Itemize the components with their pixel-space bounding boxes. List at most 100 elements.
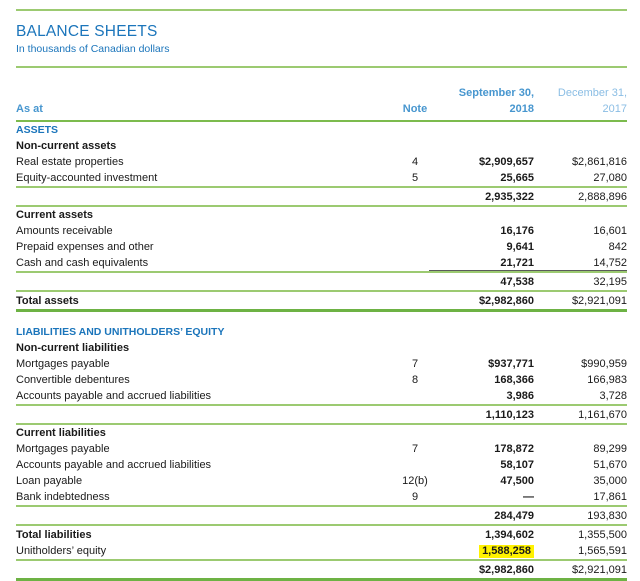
row-note: 8 xyxy=(411,374,419,386)
table-row-section: LIABILITIES AND UNITHOLDERS’ EQUITY xyxy=(16,324,627,340)
table-row-subtotal: 284,479 193,830 xyxy=(16,507,627,524)
top-rule xyxy=(16,9,627,11)
row-value-2018: 3,986 xyxy=(506,390,534,402)
table-header: September 30, December 31, As at Note 20… xyxy=(16,68,627,120)
row-label: ASSETS xyxy=(16,124,59,136)
row-value-2017: $990,959 xyxy=(581,358,627,370)
row-value-2017: 89,299 xyxy=(593,443,627,455)
table-row-item: Prepaid expenses and other 9,641 842 xyxy=(16,239,627,255)
row-value-2017: $2,861,816 xyxy=(571,156,627,168)
row-label: Amounts receivable xyxy=(16,225,113,237)
table-row-subhead: Non-current assets xyxy=(16,138,627,154)
page-title: BALANCE SHEETS xyxy=(16,23,158,40)
table-row-subtotal: 2,935,322 2,888,896 xyxy=(16,188,627,205)
table-row-item: Unitholders’ equity 1,588,258 1,565,591 xyxy=(16,543,627,559)
page-subtitle: In thousands of Canadian dollars xyxy=(16,43,170,55)
row-label: Mortgages payable xyxy=(16,358,110,370)
row-label: Accounts payable and accrued liabilities xyxy=(16,390,212,402)
row-value-2017: 17,861 xyxy=(593,491,627,503)
balance-sheet-rows: ASSETS Non-current assets Real estate prop… xyxy=(16,122,627,581)
table-row-item: Accounts payable and accrued liabilities… xyxy=(16,457,627,473)
row-value-2017: 35,000 xyxy=(593,475,627,487)
row-value-2017: 14,752 xyxy=(593,257,627,269)
row-note: 12(b) xyxy=(402,475,428,487)
table-row-item: Amounts receivable 16,176 16,601 xyxy=(16,223,627,239)
table-row-item: Mortgages payable 7 178,872 89,299 xyxy=(16,441,627,457)
row-value-2017: 1,355,500 xyxy=(578,528,627,541)
highlighted-value: 1,588,258 xyxy=(479,545,534,558)
row-label: Unitholders’ equity xyxy=(16,545,107,557)
row-value-2018: 25,665 xyxy=(500,172,534,184)
row-note: 7 xyxy=(411,443,419,455)
row-value-2018: $2,982,860 xyxy=(478,294,534,307)
row-value-2017: 51,670 xyxy=(593,459,627,471)
row-note: 5 xyxy=(411,172,419,184)
table-row-item: Loan payable 12(b) 47,500 35,000 xyxy=(16,473,627,489)
row-value-2018: 1,110,123 xyxy=(485,408,534,421)
row-value-2017: 842 xyxy=(608,241,627,253)
row-value-2017: 16,601 xyxy=(593,225,627,237)
row-label: Convertible debentures xyxy=(16,374,130,386)
row-value-2017: 2,888,896 xyxy=(578,190,627,203)
row-note: 9 xyxy=(411,491,419,503)
row-label: Accounts payable and accrued liabilities xyxy=(16,459,212,471)
table-row-total: Total assets $2,982,860 $2,921,091 xyxy=(16,292,627,309)
table-row-item: Accounts payable and accrued liabilities… xyxy=(16,388,627,404)
table-row-subhead: Current liabilities xyxy=(16,425,627,441)
column-header-as-at: As at xyxy=(16,103,43,115)
row-value-2018: 16,176 xyxy=(500,225,534,237)
row-label: Current liabilities xyxy=(16,427,106,439)
row-label: Bank indebtedness xyxy=(16,491,110,503)
table-row-total: Total liabilities 1,394,602 1,355,500 xyxy=(16,526,627,543)
table-row-item: Real estate properties 4 $2,909,657 $2,861,… xyxy=(16,154,627,170)
row-value-2018: 21,721 xyxy=(500,257,534,269)
table-row-subhead: Non-current liabilities xyxy=(16,340,627,356)
table-row-item: Equity-accounted investment 5 25,665 27,080 xyxy=(16,170,627,186)
row-label: Equity-accounted investment xyxy=(16,172,158,184)
row-value-2017: 166,983 xyxy=(587,374,627,386)
table-row-item: Mortgages payable 7 $937,771 $990,959 xyxy=(16,356,627,372)
row-value-2018: 1,588,258 xyxy=(449,545,534,558)
row-value-2018: — xyxy=(523,491,534,503)
table-row-section: ASSETS xyxy=(16,122,627,138)
row-label: Prepaid expenses and other xyxy=(16,241,154,253)
balance-sheet-page: BALANCE SHEETS In thousands of Canadian … xyxy=(0,0,640,581)
row-label: Non-current liabilities xyxy=(16,342,130,354)
table-row-subtotal: $2,982,860 $2,921,091 xyxy=(16,561,627,578)
row-note: 7 xyxy=(411,358,419,370)
row-label: Mortgages payable xyxy=(16,443,110,455)
row-label: Total liabilities xyxy=(16,528,92,541)
row-label: Non-current assets xyxy=(16,140,117,152)
table-row-subhead: Current assets xyxy=(16,207,627,223)
table-header-row-dates: September 30, December 31, xyxy=(16,84,627,99)
row-value-2017: $2,921,091 xyxy=(571,563,627,576)
row-value-2017: 3,728 xyxy=(599,390,627,402)
row-value-2018: $2,909,657 xyxy=(478,156,534,168)
row-value-2017: 1,161,670 xyxy=(578,408,627,421)
table-header-row-labels: As at Note 2018 2017 xyxy=(16,99,627,115)
row-value-2018: 2,935,322 xyxy=(485,190,534,203)
row-value-2017: 1,565,591 xyxy=(578,545,627,557)
row-value-2018: 47,538 xyxy=(500,275,534,288)
row-label: Loan payable xyxy=(16,475,83,487)
column-header-date-2017: December 31, xyxy=(557,87,627,99)
column-header-note: Note xyxy=(402,103,428,115)
row-value-2018: $2,982,860 xyxy=(478,563,534,576)
row-value-2018: 9,641 xyxy=(506,241,534,253)
row-value-2018: 178,872 xyxy=(494,443,534,455)
column-header-date-2018: September 30, xyxy=(458,87,534,99)
row-value-2017: 27,080 xyxy=(593,172,627,184)
table-row-subtotal: 1,110,123 1,161,670 xyxy=(16,406,627,423)
row-value-2018: 168,366 xyxy=(494,374,534,386)
row-label: LIABILITIES AND UNITHOLDERS’ EQUITY xyxy=(16,326,225,338)
table-row-subtotal: 47,538 32,195 xyxy=(16,273,627,290)
row-label: Cash and cash equivalents xyxy=(16,257,149,269)
column-header-year-2018: 2018 xyxy=(509,103,534,115)
table-row-item: Bank indebtedness 9 — 17,861 xyxy=(16,489,627,505)
row-value-2018: 1,394,602 xyxy=(485,528,534,541)
table-row-item: Cash and cash equivalents 21,721 14,752 xyxy=(16,255,627,271)
row-label: Current assets xyxy=(16,209,94,221)
row-label: Total assets xyxy=(16,294,79,307)
row-value-2017: $2,921,091 xyxy=(571,294,627,307)
